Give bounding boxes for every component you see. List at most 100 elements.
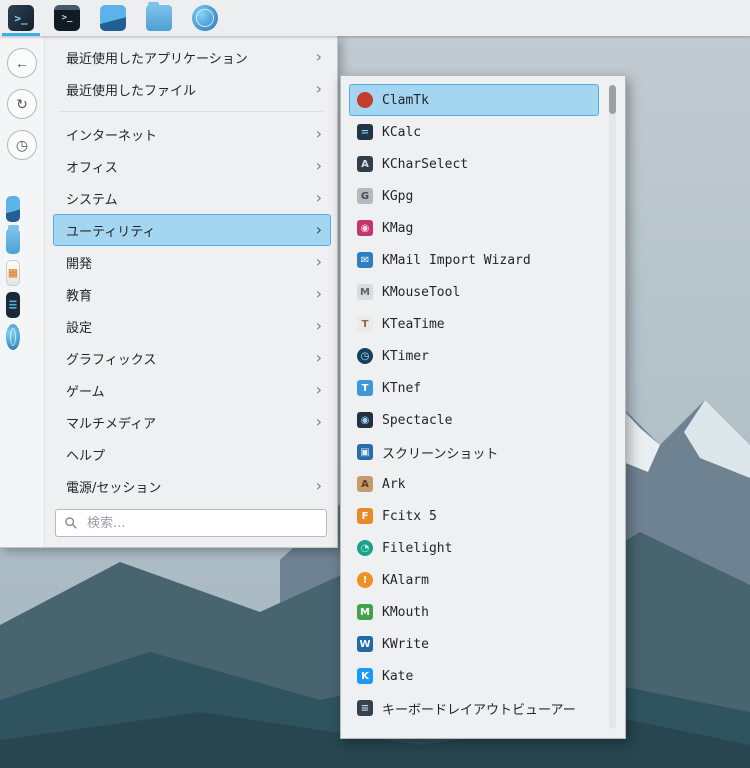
submenu-scrollbar-track[interactable]	[609, 85, 616, 729]
menu-category[interactable]: システム ›	[53, 182, 331, 214]
kmag-icon: ◉	[357, 220, 373, 236]
sidebar-button-system-monitor[interactable]: ≡	[0, 289, 28, 321]
kalarm-icon: !	[357, 572, 373, 588]
app-label: KCalc	[382, 125, 421, 140]
discover-icon	[6, 196, 20, 222]
keyboard-layout-viewer-icon: ≡	[357, 700, 373, 716]
sidebar-button-organizer[interactable]: ▦	[0, 257, 28, 289]
menu-category[interactable]: ヘルプ ›	[53, 438, 331, 470]
menu-category[interactable]: マルチメディア ›	[53, 406, 331, 438]
app-item[interactable]: W KWrite	[349, 628, 599, 660]
chevron-right-icon: ›	[316, 81, 322, 97]
kmousetool-icon: M	[357, 284, 373, 300]
chevron-right-icon: ›	[316, 350, 322, 366]
submenu-scrollbar-thumb[interactable]	[609, 85, 616, 114]
app-label: KAlarm	[382, 573, 429, 588]
menu-category[interactable]: 最近使用したファイル ›	[53, 73, 331, 105]
app-label: KTeaTime	[382, 317, 445, 332]
organizer-icon: ▦	[6, 260, 20, 286]
app-item[interactable]: ClamTk	[349, 84, 599, 116]
panel-button-konsole[interactable]: >_	[48, 0, 86, 36]
app-item[interactable]: = KCalc	[349, 116, 599, 148]
search-input[interactable]	[85, 515, 318, 532]
app-label: KMag	[382, 221, 413, 236]
chevron-right-icon: ›	[316, 254, 322, 270]
app-label: Ark	[382, 477, 405, 492]
app-item[interactable]: A Ark	[349, 468, 599, 500]
panel-button-dolphin[interactable]	[140, 0, 178, 36]
utilities-submenu-popup: ClamTk = KCalc A KCharSelect G KGpg	[340, 75, 626, 739]
app-item[interactable]: ▣ スクリーンショット	[349, 436, 599, 468]
menu-category[interactable]: 教育 ›	[53, 278, 331, 310]
menu-category[interactable]: 開発 ›	[53, 246, 331, 278]
sidebar-button-browser[interactable]	[0, 321, 28, 353]
app-label: KMail Import Wizard	[382, 253, 531, 268]
back-icon: ←	[15, 55, 29, 71]
spectacle-icon: ◉	[357, 412, 373, 428]
sidebar-button-dolphin[interactable]	[0, 225, 28, 257]
app-label: Filelight	[382, 541, 452, 556]
app-item[interactable]: ! KAlarm	[349, 564, 599, 596]
chevron-right-icon: ›	[316, 478, 322, 494]
menu-category-label: 電源/セッション	[66, 477, 161, 496]
menu-category[interactable]: ゲーム ›	[53, 374, 331, 406]
menu-category[interactable]: インターネット ›	[53, 118, 331, 150]
menu-category[interactable]: オフィス ›	[53, 150, 331, 182]
sidebar-button-discover[interactable]	[0, 193, 28, 225]
menu-category[interactable]: グラフィックス ›	[53, 342, 331, 374]
app-item[interactable]: M KMouth	[349, 596, 599, 628]
app-item[interactable]: T KTeaTime	[349, 308, 599, 340]
app-label: KWrite	[382, 637, 429, 652]
ktnef-icon: T	[357, 380, 373, 396]
screenshot-icon: ▣	[357, 444, 373, 460]
sidebar-button-refresh[interactable]: ↻	[7, 89, 37, 119]
app-list: ClamTk = KCalc A KCharSelect G KGpg	[341, 84, 625, 724]
sidebar-button-back[interactable]: ←	[7, 48, 37, 78]
fcitx5-icon: F	[357, 508, 373, 524]
menu-category[interactable]: 最近使用したアプリケーション ›	[53, 41, 331, 73]
app-item[interactable]: K Kate	[349, 660, 599, 692]
ark-icon: A	[357, 476, 373, 492]
browser-icon	[192, 5, 218, 31]
chevron-right-icon: ›	[316, 126, 322, 142]
menu-main: 最近使用したアプリケーション › 最近使用したファイル › インターネット ›	[45, 36, 337, 547]
menu-category-label: 最近使用したファイル	[66, 80, 196, 99]
app-label: KGpg	[382, 189, 413, 204]
app-item[interactable]: ◷ KTimer	[349, 340, 599, 372]
menu-category[interactable]: 設定 ›	[53, 310, 331, 342]
app-item[interactable]: M KMouseTool	[349, 276, 599, 308]
menu-category-label: システム	[66, 189, 118, 208]
clamtk-icon	[357, 92, 373, 108]
menu-sidebar: ← ↻ ◷ ▦	[0, 36, 45, 547]
filelight-icon: ◔	[357, 540, 373, 556]
panel-button-application-launcher[interactable]: >_	[2, 0, 40, 36]
app-item[interactable]: ✉ KMail Import Wizard	[349, 244, 599, 276]
panel-button-browser[interactable]	[186, 0, 224, 36]
refresh-icon: ↻	[16, 96, 28, 113]
panel-button-discover[interactable]	[94, 0, 132, 36]
app-item[interactable]: F Fcitx 5	[349, 500, 599, 532]
kcalc-icon: =	[357, 124, 373, 140]
app-label: KMouth	[382, 605, 429, 620]
search-box[interactable]	[55, 509, 327, 537]
category-list: 最近使用したアプリケーション › 最近使用したファイル › インターネット ›	[45, 41, 337, 502]
browser-icon	[6, 324, 20, 350]
sidebar-button-history[interactable]: ◷	[7, 130, 37, 160]
app-item[interactable]: ◉ Spectacle	[349, 404, 599, 436]
app-item[interactable]: ◔ Filelight	[349, 532, 599, 564]
menu-category-label: ゲーム	[66, 381, 105, 400]
app-item[interactable]: T KTnef	[349, 372, 599, 404]
chevron-right-icon: ›	[316, 382, 322, 398]
app-label: KCharSelect	[382, 157, 468, 172]
history-icon: ◷	[16, 137, 28, 154]
app-item[interactable]: ≡ キーボードレイアウトビューアー	[349, 692, 599, 724]
chevron-right-icon: ›	[316, 190, 322, 206]
app-item[interactable]: A KCharSelect	[349, 148, 599, 180]
kmouth-icon: M	[357, 604, 373, 620]
menu-category[interactable]: 電源/セッション ›	[53, 470, 331, 502]
app-item[interactable]: ◉ KMag	[349, 212, 599, 244]
app-item[interactable]: G KGpg	[349, 180, 599, 212]
dolphin-icon	[6, 228, 20, 254]
menu-category[interactable]: ユーティリティ ›	[53, 214, 331, 246]
menu-separator	[59, 111, 323, 112]
